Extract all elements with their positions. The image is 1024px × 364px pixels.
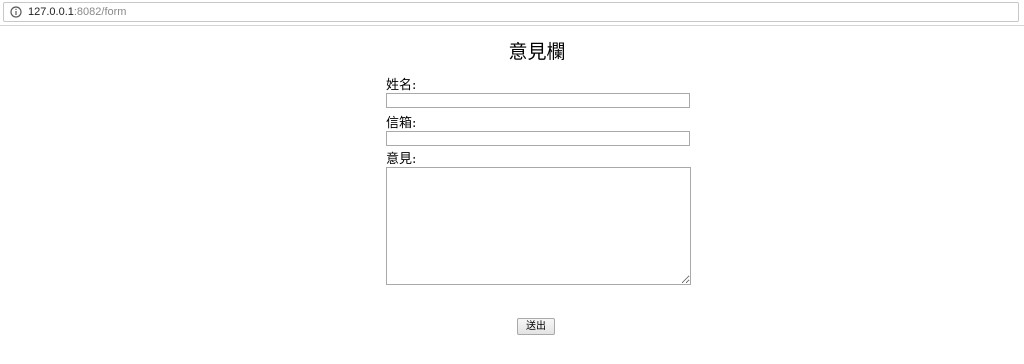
- page-title: 意見欄: [508, 41, 566, 63]
- name-input[interactable]: [386, 93, 690, 108]
- email-input[interactable]: [386, 131, 690, 146]
- url-field[interactable]: 127.0.0.1:8082/form: [3, 2, 1019, 22]
- comment-textarea[interactable]: [386, 167, 691, 285]
- email-label: 信箱:: [386, 116, 417, 131]
- url-path: :8082/form: [73, 6, 127, 18]
- submit-button[interactable]: 送出: [517, 318, 555, 335]
- info-circle-icon[interactable]: [10, 6, 22, 18]
- comment-label: 意見:: [386, 152, 417, 167]
- url-host: 127.0.0.1: [28, 6, 74, 18]
- url-text: 127.0.0.1:8082/form: [28, 5, 126, 19]
- name-label: 姓名:: [386, 78, 417, 93]
- browser-address-bar: 127.0.0.1:8082/form: [0, 0, 1024, 26]
